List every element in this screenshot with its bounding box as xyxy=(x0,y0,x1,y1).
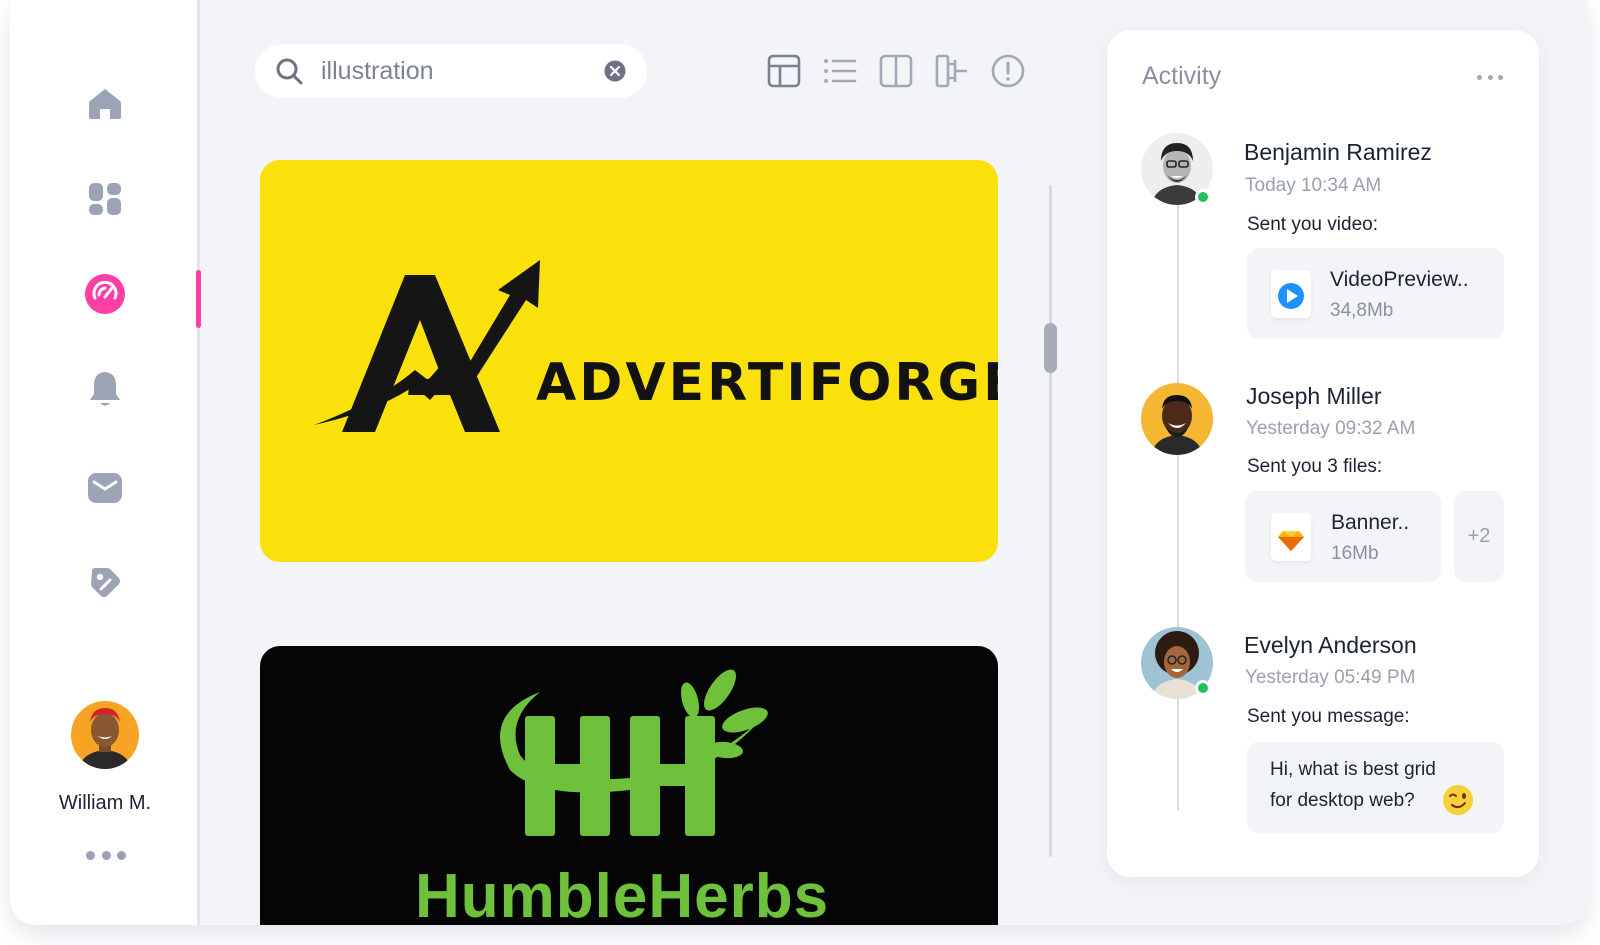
table-layout-button[interactable] xyxy=(765,52,803,90)
sidebar: William M. xyxy=(10,0,201,925)
table-layout-icon xyxy=(767,54,801,88)
brand-name: ADVERTIFORGE xyxy=(536,353,998,413)
sidebar-item-notifications[interactable] xyxy=(84,368,126,410)
file-attachment[interactable]: Banner.. 16Mb xyxy=(1245,491,1441,582)
activity-menu-button[interactable] xyxy=(1477,70,1503,84)
info-button[interactable] xyxy=(989,52,1027,90)
file-attachment[interactable]: VideoPreview.. 34,8Mb xyxy=(1247,248,1504,339)
brand-name: HumbleHerbs xyxy=(415,862,830,925)
message-text-line: for desktop web? xyxy=(1270,790,1415,811)
activity-title: Activity xyxy=(1142,62,1222,90)
activity-message: Sent you 3 files: xyxy=(1247,456,1383,477)
sidebar-item-dashboard[interactable] xyxy=(84,178,126,220)
info-icon xyxy=(991,54,1025,88)
dot xyxy=(1487,74,1493,80)
user-name: William M. xyxy=(58,792,152,814)
clear-search-icon[interactable] xyxy=(604,60,626,82)
tag-icon xyxy=(91,568,120,597)
activity-panel: Activity Benjamin Ramirez Today 10:34 AM… xyxy=(1107,30,1539,877)
active-indicator xyxy=(196,270,201,328)
file-size: 34,8Mb xyxy=(1330,300,1394,321)
app-window: William M. illustration ADVERTIFORGE Hum… xyxy=(10,0,1588,925)
search-bar xyxy=(255,44,647,98)
dot xyxy=(101,850,111,860)
play-icon xyxy=(1278,283,1304,309)
dot xyxy=(1498,74,1503,80)
split-view-button[interactable] xyxy=(877,52,915,90)
sidebar-item-home[interactable] xyxy=(84,83,126,125)
dot xyxy=(86,850,95,860)
message-text-line: Hi, what is best grid xyxy=(1270,759,1436,780)
split-view-icon xyxy=(879,54,913,88)
gallery-card[interactable]: ADVERTIFORGE xyxy=(260,160,998,562)
brand-logo-mark xyxy=(314,260,540,432)
activity-timestamp: Yesterday 05:49 PM xyxy=(1245,667,1416,688)
sidebar-item-analytics[interactable] xyxy=(84,273,126,315)
file-name: VideoPreview.. xyxy=(1330,268,1469,291)
brand-logo-mark xyxy=(500,669,768,836)
sketch-icon xyxy=(1278,531,1304,551)
online-status-dot xyxy=(1195,189,1211,205)
list-view-icon xyxy=(824,59,857,83)
activity-user-name: Joseph Miller xyxy=(1246,383,1382,409)
sidebar-more-button[interactable] xyxy=(86,848,126,862)
scrollbar-thumb[interactable] xyxy=(1044,323,1057,373)
list-view-button[interactable] xyxy=(821,52,859,90)
dashboard-icon xyxy=(89,183,121,215)
file-icon xyxy=(1271,270,1311,318)
file-name: Banner.. xyxy=(1331,511,1410,534)
scrollbar-track[interactable] xyxy=(1049,185,1052,857)
activity-message: Sent you video: xyxy=(1247,214,1378,235)
mail-icon xyxy=(88,473,122,503)
online-status-dot xyxy=(1195,680,1211,696)
gauge-icon xyxy=(85,274,125,314)
activity-timeline xyxy=(1177,200,1179,810)
wink-emoji-icon xyxy=(1443,785,1473,815)
home-icon xyxy=(89,89,121,119)
activity-user-name: Benjamin Ramirez xyxy=(1244,139,1432,165)
activity-user-name: Evelyn Anderson xyxy=(1244,632,1417,658)
hierarchy-view-button[interactable] xyxy=(933,52,971,90)
dot xyxy=(1477,74,1482,80)
user-avatar[interactable] xyxy=(70,700,140,770)
search-input[interactable] xyxy=(321,54,591,88)
activity-timestamp: Today 10:34 AM xyxy=(1245,175,1382,196)
sidebar-item-tags[interactable] xyxy=(84,561,126,603)
file-size: 16Mb xyxy=(1331,543,1379,564)
activity-timestamp: Yesterday 09:32 AM xyxy=(1246,418,1416,439)
gallery-card[interactable]: HumbleHerbs xyxy=(260,646,998,925)
activity-message: Sent you message: xyxy=(1247,706,1410,727)
avatar[interactable] xyxy=(1141,383,1213,455)
dot xyxy=(117,850,126,860)
hierarchy-icon xyxy=(935,54,967,88)
sidebar-item-messages[interactable] xyxy=(84,467,126,509)
message-bubble[interactable]: Hi, what is best grid for desktop web? xyxy=(1247,742,1504,833)
file-icon xyxy=(1271,513,1311,561)
bell-icon xyxy=(90,372,120,406)
more-files-button[interactable]: +2 xyxy=(1454,491,1504,582)
search-icon xyxy=(276,58,303,85)
